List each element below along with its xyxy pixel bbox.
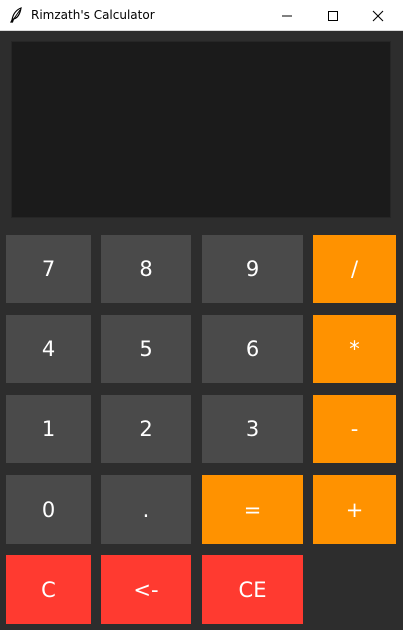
key-5[interactable]: 5 — [101, 315, 191, 383]
backspace-key[interactable]: <- — [101, 555, 191, 624]
close-icon — [372, 10, 384, 22]
key-9[interactable]: 9 — [202, 235, 303, 303]
maximize-icon — [327, 10, 339, 22]
key-6[interactable]: 6 — [202, 315, 303, 383]
decimal-point-key[interactable]: . — [101, 475, 191, 544]
key-7[interactable]: 7 — [6, 235, 91, 303]
clear-key[interactable]: C — [6, 555, 91, 624]
calculator-display — [11, 41, 391, 218]
minimize-button[interactable] — [264, 0, 310, 31]
key-0[interactable]: 0 — [6, 475, 91, 544]
subtract-key[interactable]: - — [313, 395, 396, 463]
feather-icon — [9, 7, 23, 23]
clear-entry-key[interactable]: CE — [202, 555, 303, 624]
key-2[interactable]: 2 — [101, 395, 191, 463]
key-4[interactable]: 4 — [6, 315, 91, 383]
add-key[interactable]: + — [313, 475, 396, 544]
minimize-icon — [281, 10, 293, 22]
window-title: Rimzath's Calculator — [31, 8, 155, 22]
equals-key[interactable]: = — [202, 475, 303, 544]
key-3[interactable]: 3 — [202, 395, 303, 463]
divide-key[interactable]: / — [313, 235, 396, 303]
title-bar[interactable]: Rimzath's Calculator — [0, 0, 403, 31]
key-1[interactable]: 1 — [6, 395, 91, 463]
close-button[interactable] — [355, 0, 401, 31]
key-8[interactable]: 8 — [101, 235, 191, 303]
multiply-key[interactable]: * — [313, 315, 396, 383]
maximize-button[interactable] — [310, 0, 356, 31]
